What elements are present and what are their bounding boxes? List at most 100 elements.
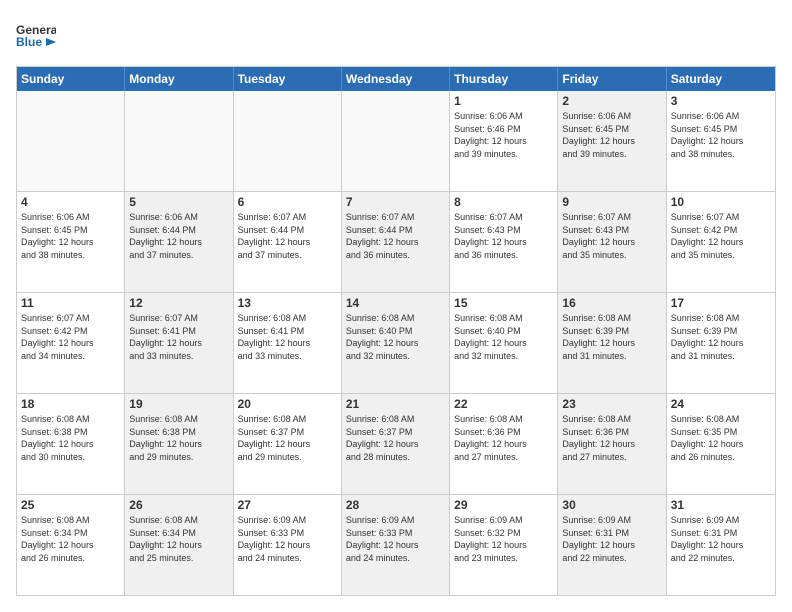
calendar-cell: 28 Sunrise: 6:09 AM Sunset: 6:33 PM Dayli… (342, 495, 450, 595)
day-number: 27 (238, 498, 337, 512)
calendar-cell: 15 Sunrise: 6:08 AM Sunset: 6:40 PM Dayli… (450, 293, 558, 393)
calendar-cell: 17 Sunrise: 6:08 AM Sunset: 6:39 PM Dayli… (667, 293, 775, 393)
cell-info: Sunrise: 6:07 AM Sunset: 6:42 PM Dayligh… (21, 312, 120, 362)
weekday-header: Sunday (17, 67, 125, 91)
cell-info: Sunrise: 6:09 AM Sunset: 6:31 PM Dayligh… (562, 514, 661, 564)
cell-info: Sunrise: 6:08 AM Sunset: 6:38 PM Dayligh… (21, 413, 120, 463)
cell-info: Sunrise: 6:07 AM Sunset: 6:43 PM Dayligh… (454, 211, 553, 261)
calendar-cell: 8 Sunrise: 6:07 AM Sunset: 6:43 PM Daylig… (450, 192, 558, 292)
cell-info: Sunrise: 6:08 AM Sunset: 6:34 PM Dayligh… (129, 514, 228, 564)
cell-info: Sunrise: 6:06 AM Sunset: 6:45 PM Dayligh… (671, 110, 771, 160)
cell-info: Sunrise: 6:08 AM Sunset: 6:37 PM Dayligh… (346, 413, 445, 463)
calendar-cell: 5 Sunrise: 6:06 AM Sunset: 6:44 PM Daylig… (125, 192, 233, 292)
calendar-row: 1 Sunrise: 6:06 AM Sunset: 6:46 PM Daylig… (17, 91, 775, 192)
day-number: 10 (671, 195, 771, 209)
header: General Blue (16, 16, 776, 56)
day-number: 15 (454, 296, 553, 310)
day-number: 3 (671, 94, 771, 108)
cell-info: Sunrise: 6:08 AM Sunset: 6:37 PM Dayligh… (238, 413, 337, 463)
calendar-cell: 22 Sunrise: 6:08 AM Sunset: 6:36 PM Dayli… (450, 394, 558, 494)
day-number: 1 (454, 94, 553, 108)
calendar-cell: 2Sunrise: 6:06 AM Sunset: 6:45 PM Daylig… (558, 91, 666, 191)
calendar-cell: 25 Sunrise: 6:08 AM Sunset: 6:34 PM Dayli… (17, 495, 125, 595)
calendar-cell: 4Sunrise: 6:06 AM Sunset: 6:45 PM Daylig… (17, 192, 125, 292)
cell-info: Sunrise: 6:08 AM Sunset: 6:39 PM Dayligh… (562, 312, 661, 362)
calendar-row: 4Sunrise: 6:06 AM Sunset: 6:45 PM Daylig… (17, 192, 775, 293)
logo-icon: General Blue (16, 16, 56, 56)
cell-info: Sunrise: 6:08 AM Sunset: 6:36 PM Dayligh… (562, 413, 661, 463)
calendar-row: 11Sunrise: 6:07 AM Sunset: 6:42 PM Dayli… (17, 293, 775, 394)
calendar-header: SundayMondayTuesdayWednesdayThursdayFrid… (17, 67, 775, 91)
calendar-cell: 31Sunrise: 6:09 AM Sunset: 6:31 PM Dayli… (667, 495, 775, 595)
weekday-header: Monday (125, 67, 233, 91)
calendar-cell: 13Sunrise: 6:08 AM Sunset: 6:41 PM Dayli… (234, 293, 342, 393)
calendar-cell: 10Sunrise: 6:07 AM Sunset: 6:42 PM Dayli… (667, 192, 775, 292)
day-number: 26 (129, 498, 228, 512)
day-number: 29 (454, 498, 553, 512)
calendar-cell (125, 91, 233, 191)
calendar-cell: 19 Sunrise: 6:08 AM Sunset: 6:38 PM Dayli… (125, 394, 233, 494)
calendar-cell: 14 Sunrise: 6:08 AM Sunset: 6:40 PM Dayli… (342, 293, 450, 393)
cell-info: Sunrise: 6:08 AM Sunset: 6:34 PM Dayligh… (21, 514, 120, 564)
day-number: 8 (454, 195, 553, 209)
day-number: 2 (562, 94, 661, 108)
calendar-cell: 26 Sunrise: 6:08 AM Sunset: 6:34 PM Dayli… (125, 495, 233, 595)
weekday-header: Friday (558, 67, 666, 91)
calendar-body: 1 Sunrise: 6:06 AM Sunset: 6:46 PM Daylig… (17, 91, 775, 595)
logo: General Blue (16, 16, 56, 56)
day-number: 9 (562, 195, 661, 209)
cell-info: Sunrise: 6:08 AM Sunset: 6:39 PM Dayligh… (671, 312, 771, 362)
cell-info: Sunrise: 6:08 AM Sunset: 6:35 PM Dayligh… (671, 413, 771, 463)
day-number: 28 (346, 498, 445, 512)
day-number: 5 (129, 195, 228, 209)
day-number: 19 (129, 397, 228, 411)
day-number: 31 (671, 498, 771, 512)
cell-info: Sunrise: 6:07 AM Sunset: 6:44 PM Dayligh… (238, 211, 337, 261)
calendar-cell: 30 Sunrise: 6:09 AM Sunset: 6:31 PM Dayli… (558, 495, 666, 595)
day-number: 18 (21, 397, 120, 411)
calendar-cell: 23 Sunrise: 6:08 AM Sunset: 6:36 PM Dayli… (558, 394, 666, 494)
day-number: 21 (346, 397, 445, 411)
weekday-header: Tuesday (234, 67, 342, 91)
cell-info: Sunrise: 6:09 AM Sunset: 6:33 PM Dayligh… (346, 514, 445, 564)
day-number: 30 (562, 498, 661, 512)
day-number: 25 (21, 498, 120, 512)
day-number: 23 (562, 397, 661, 411)
calendar: SundayMondayTuesdayWednesdayThursdayFrid… (16, 66, 776, 596)
day-number: 22 (454, 397, 553, 411)
weekday-header: Saturday (667, 67, 775, 91)
day-number: 16 (562, 296, 661, 310)
calendar-cell: 6 Sunrise: 6:07 AM Sunset: 6:44 PM Daylig… (234, 192, 342, 292)
cell-info: Sunrise: 6:08 AM Sunset: 6:40 PM Dayligh… (346, 312, 445, 362)
cell-info: Sunrise: 6:08 AM Sunset: 6:38 PM Dayligh… (129, 413, 228, 463)
calendar-cell: 3 Sunrise: 6:06 AM Sunset: 6:45 PM Daylig… (667, 91, 775, 191)
calendar-cell: 20Sunrise: 6:08 AM Sunset: 6:37 PM Dayli… (234, 394, 342, 494)
day-number: 4 (21, 195, 120, 209)
weekday-header: Thursday (450, 67, 558, 91)
cell-info: Sunrise: 6:06 AM Sunset: 6:44 PM Dayligh… (129, 211, 228, 261)
calendar-cell: 9 Sunrise: 6:07 AM Sunset: 6:43 PM Daylig… (558, 192, 666, 292)
day-number: 7 (346, 195, 445, 209)
calendar-row: 25 Sunrise: 6:08 AM Sunset: 6:34 PM Dayli… (17, 495, 775, 595)
calendar-cell: 24 Sunrise: 6:08 AM Sunset: 6:35 PM Dayli… (667, 394, 775, 494)
calendar-cell: 29Sunrise: 6:09 AM Sunset: 6:32 PM Dayli… (450, 495, 558, 595)
cell-info: Sunrise: 6:06 AM Sunset: 6:46 PM Dayligh… (454, 110, 553, 160)
weekday-header: Wednesday (342, 67, 450, 91)
calendar-cell: 18 Sunrise: 6:08 AM Sunset: 6:38 PM Dayli… (17, 394, 125, 494)
calendar-cell: 1 Sunrise: 6:06 AM Sunset: 6:46 PM Daylig… (450, 91, 558, 191)
page: General Blue SundayMondayTuesdayWednesda… (0, 0, 792, 612)
cell-info: Sunrise: 6:07 AM Sunset: 6:43 PM Dayligh… (562, 211, 661, 261)
cell-info: Sunrise: 6:08 AM Sunset: 6:40 PM Dayligh… (454, 312, 553, 362)
day-number: 24 (671, 397, 771, 411)
day-number: 6 (238, 195, 337, 209)
calendar-cell: 7 Sunrise: 6:07 AM Sunset: 6:44 PM Daylig… (342, 192, 450, 292)
calendar-cell: 11Sunrise: 6:07 AM Sunset: 6:42 PM Dayli… (17, 293, 125, 393)
day-number: 14 (346, 296, 445, 310)
cell-info: Sunrise: 6:08 AM Sunset: 6:41 PM Dayligh… (238, 312, 337, 362)
cell-info: Sunrise: 6:08 AM Sunset: 6:36 PM Dayligh… (454, 413, 553, 463)
calendar-cell: 21 Sunrise: 6:08 AM Sunset: 6:37 PM Dayli… (342, 394, 450, 494)
svg-text:Blue: Blue (16, 35, 42, 49)
day-number: 17 (671, 296, 771, 310)
calendar-cell (234, 91, 342, 191)
cell-info: Sunrise: 6:07 AM Sunset: 6:44 PM Dayligh… (346, 211, 445, 261)
